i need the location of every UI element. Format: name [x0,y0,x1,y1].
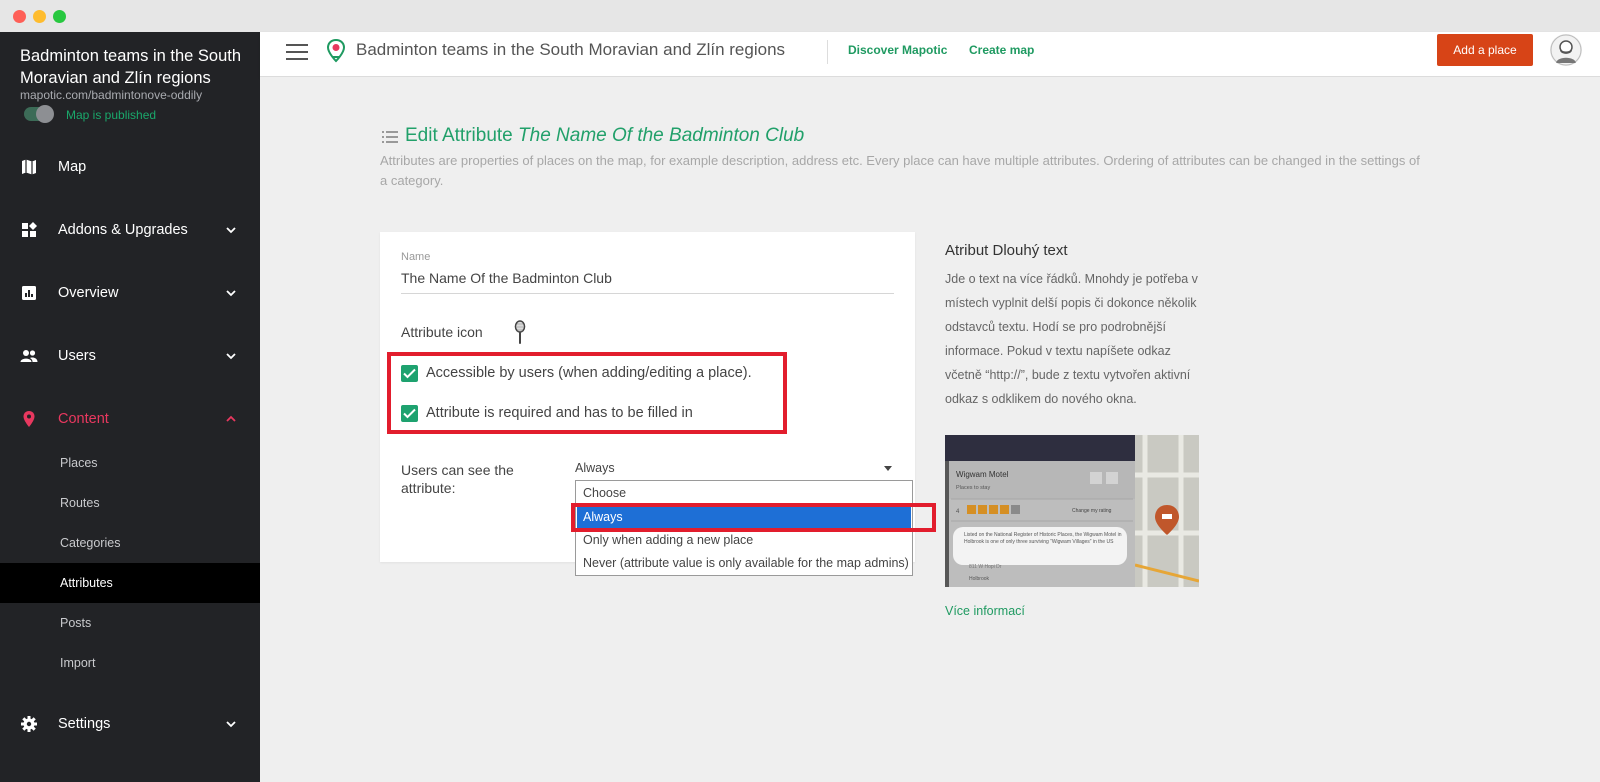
sidebar-subitem-places[interactable]: Places [0,443,260,483]
addons-icon [22,222,37,237]
subitem-label: Posts [60,616,92,630]
map-url[interactable]: mapotic.com/badmintonove-oddily [20,88,202,102]
chart-icon [22,286,36,300]
sidebar-item-settings[interactable]: Settings [0,704,260,744]
sidebar-item-addons[interactable]: Addons & Upgrades [0,210,260,250]
sidebar-item-label: Addons & Upgrades [58,222,188,238]
dropdown-option-never[interactable]: Never (attribute value is only available… [577,552,911,574]
dropdown-option-only-when-adding[interactable]: Only when adding a new place [577,529,911,551]
checkbox-label: Attribute is required and has to be fill… [426,405,693,421]
subitem-label: Categories [60,536,121,550]
info-title: Atribut Dlouhý text [945,242,1068,259]
close-window-button[interactable] [13,10,26,23]
page-title-attribute-name: The Name Of the Badminton Club [518,125,805,146]
visibility-label: Users can see the attribute: [401,462,514,496]
sidebar-item-users[interactable]: Users [0,336,260,376]
sidebar-subitem-attributes[interactable]: Attributes [0,563,260,603]
name-field-label: Name [401,251,431,263]
create-map-link[interactable]: Create map [969,43,1034,57]
checkmark-icon [403,368,416,379]
subitem-label: Attributes [60,576,113,590]
maximize-window-button[interactable] [53,10,66,23]
attribute-icon-label: Attribute icon [401,324,483,340]
checkbox-checked[interactable] [401,405,418,422]
toggle-knob [36,105,54,123]
checkmark-icon [403,408,416,419]
sidebar-item-label: Content [58,411,109,427]
sidebar-subitem-import[interactable]: Import [0,643,260,683]
map-title: Badminton teams in the South Moravian an… [20,47,242,87]
subitem-label: Import [60,656,96,670]
subitem-label: Routes [60,496,100,510]
subitem-label: Places [60,456,98,470]
sidebar-item-label: Users [58,348,96,364]
sidebar-item-label: Map [58,159,87,175]
hamburger-menu-icon[interactable] [286,44,308,62]
name-field-underline [401,293,894,294]
users-icon [20,350,38,362]
top-bar: Badminton teams in the South Moravian an… [260,32,1600,77]
sidebar-item-content[interactable]: Content [0,399,260,439]
sidebar-subitem-routes[interactable]: Routes [0,483,260,523]
preview-illustration: Wigwam Motel Places to stay 4 Change my … [945,435,1199,587]
checkbox-label: Accessible by users (when adding/editing… [426,365,752,381]
sidebar-item-map[interactable]: Map [0,147,260,187]
divider [827,40,828,64]
chevron-up-icon [226,415,236,422]
caret-down-icon [884,466,892,471]
sidebar-item-label: Overview [58,285,119,301]
publish-toggle[interactable] [24,105,54,123]
preview-rating-link: Change my rating [1072,508,1112,514]
sidebar-item-label: Settings [58,716,111,732]
window-titlebar [0,0,1600,32]
option-highlight-box [571,503,936,532]
info-text: Jde o text na více řádků. Mnohdy je potř… [945,272,1198,406]
chevron-down-icon [226,290,236,297]
chevron-down-icon [226,227,236,234]
minimize-window-button[interactable] [33,10,46,23]
gear-icon [21,716,37,732]
published-status: Map is published [66,108,157,122]
list-icon [382,131,398,143]
sidebar-subitem-posts[interactable]: Posts [0,603,260,643]
user-avatar[interactable] [1550,34,1582,66]
sidebar-item-overview[interactable]: Overview [0,273,260,313]
map-icon [22,159,36,175]
checkbox-checked[interactable] [401,365,418,382]
sidebar: Badminton teams in the South Moravian an… [0,32,260,782]
chevron-down-icon [226,721,236,728]
preview-place-category: Places to stay [956,485,990,491]
attribute-preview-image: Wigwam Motel Places to stay 4 Change my … [945,435,1199,587]
badminton-racket-icon[interactable] [513,320,527,346]
sidebar-subitem-categories[interactable]: Categories [0,523,260,563]
preview-address: 811 W Hopi Dr [969,564,1002,570]
preview-description: Listed on the National Register of Histo… [964,532,1122,545]
preview-place-name: Wigwam Motel [956,470,1009,479]
add-place-button[interactable]: Add a place [1437,34,1533,66]
dropdown-option-choose[interactable]: Choose [577,482,911,504]
more-info-link[interactable]: Více informací [945,604,1025,618]
main-content: Edit Attribute The Name Of the Badminton… [260,77,1600,782]
name-field[interactable]: The Name Of the Badminton Club [401,270,612,286]
pin-icon [23,411,35,427]
mapotic-logo-icon [326,39,346,63]
page-title-prefix: Edit Attribute [405,125,513,146]
map-title-header: Badminton teams in the South Moravian an… [356,40,786,59]
user-avatar-icon [1550,34,1582,66]
page-description: Attributes are properties of places on t… [380,153,1420,188]
chevron-down-icon [226,353,236,360]
preview-city: Holbrook [969,576,990,582]
discover-mapotic-link[interactable]: Discover Mapotic [848,43,947,57]
page-title: Edit Attribute The Name Of the Badminton… [405,125,804,147]
visibility-select-value: Always [575,461,615,475]
